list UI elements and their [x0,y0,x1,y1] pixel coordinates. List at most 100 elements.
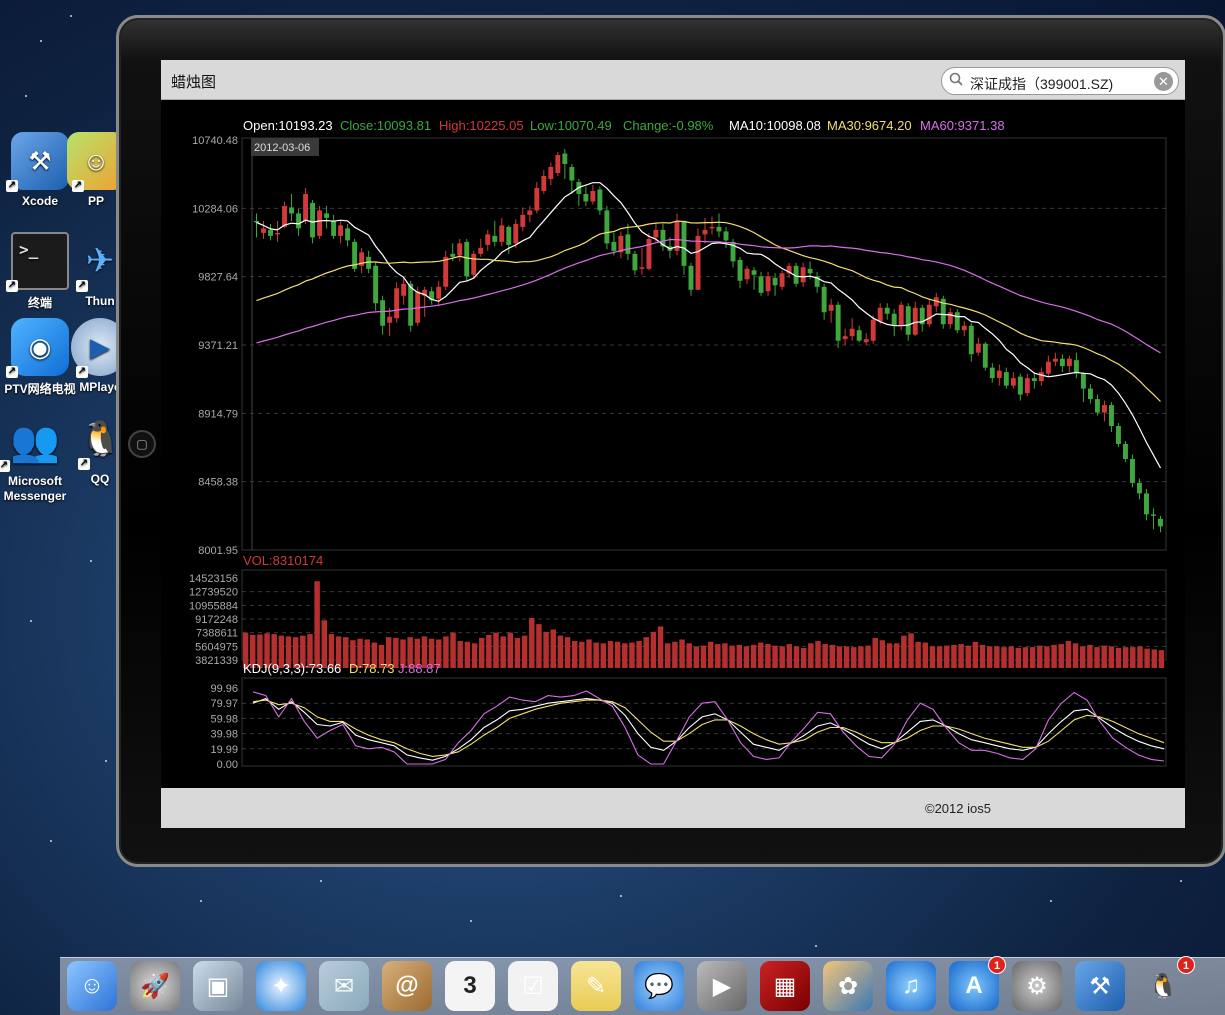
volume-bars [242,581,1165,668]
volume-bar [607,641,614,668]
candle-body [506,226,512,245]
alias-arrow-icon: ↗ [76,366,88,378]
candle-body [702,229,708,235]
finder-icon: ☺ [67,961,117,1011]
dock-item-address-book[interactable]: @ [379,960,435,1012]
volume-bar [1022,647,1029,668]
candle-body [513,223,519,244]
candle-body [1115,426,1121,444]
dock-item-app-store[interactable]: A1 [946,956,1006,1012]
desktop-icon-terminal[interactable]: >_ ↗ 终端 [0,232,80,311]
candle-body [534,187,540,211]
dock-item-photo-booth[interactable]: ▦ [757,960,813,1012]
candle-body [975,343,981,353]
alias-arrow-icon: ↗ [72,180,84,192]
kdj-grid [242,702,1166,750]
dock-item-xcode[interactable]: ⚒ [1072,960,1128,1012]
candle-body [254,220,259,223]
volume-bar [493,632,499,668]
dock-item-preview[interactable]: ✉ [316,960,372,1012]
terminal-icon: >_ [11,232,69,290]
volume-bar [786,644,793,668]
candle-body [464,241,470,277]
dock-item-calendar[interactable]: 3 [442,960,498,1012]
candle-body [450,253,456,257]
candle-body [828,304,834,311]
kdj-j-line [252,690,1165,765]
dock-item-messages[interactable]: 💬 [631,960,687,1012]
candle-body [611,241,617,251]
kdj-y-axis: 99.96 79.97 59.98 39.98 19.99 0.00 [210,683,238,771]
volume-bar [944,645,950,668]
clear-search-button[interactable]: ✕ [1154,72,1173,91]
volume-bar [908,633,914,668]
volume-bar [929,646,936,668]
candle-body [394,288,400,319]
desktop-icon-pptv[interactable]: ◉ ↗ PTV网络电视 [0,318,80,397]
y-tick-label: 10284.06 [192,203,238,215]
candle-body [737,259,743,281]
dock-item-safari[interactable]: ✦ [253,960,309,1012]
info-high: High:10225.05 [439,118,524,133]
candle-body [1045,361,1051,374]
candle-body [289,207,294,214]
volume-bar [965,645,971,668]
candle-body [275,232,280,235]
candle-body [996,370,1002,379]
volume-bar [600,643,607,668]
candle-body [499,225,505,242]
candle-body [632,253,638,271]
candle-body [1158,518,1163,527]
desktop-icon-label: 终端 [27,296,52,310]
volume-bar [872,637,878,668]
search-field[interactable]: 深证成指（399001.SZ) ✕ [941,67,1179,95]
candle-body [891,313,897,326]
photo-stack-icon: ▣ [193,961,243,1011]
eagle-stamp-icon: ✉ [319,961,369,1011]
candle-body [751,270,757,275]
dock-item-image-capture[interactable]: ▣ [190,960,246,1012]
volume-bar [1029,647,1036,668]
volume-bar [657,626,664,668]
dock-item-finder[interactable]: ☺ [64,960,120,1012]
volume-bar [901,635,907,668]
candle-body [688,265,694,290]
dock-item-reminders[interactable]: ☑ [505,960,561,1012]
candle-body [1031,378,1037,382]
candle-body [604,210,610,244]
dock-item-qq[interactable]: 🐧 1 [1135,956,1195,1012]
candle-body [583,193,589,202]
candle-body [772,277,778,286]
dock-item-system-preferences[interactable]: ⚙ [1009,960,1065,1012]
volume-bar [1058,644,1064,668]
search-input-value[interactable]: 深证成指（399001.SZ) [970,74,1113,94]
volume-bar [1044,646,1050,668]
volume-label: VOL:8310174 [243,553,323,568]
info-change: Change:-0.98% [623,118,714,133]
iphoto-icon: ✿ [823,961,873,1011]
ipad-simulator-window: ▢ 蜡烛图 深证成指（399001.SZ) ✕ Open:10193.23 Cl… [116,15,1225,867]
dock-item-notes[interactable]: ✎ [568,960,624,1012]
volume-bar [443,636,449,668]
dock-item-iphoto[interactable]: ✿ [820,960,876,1012]
volume-bar [936,646,943,668]
page-title: 蜡烛图 [171,74,217,91]
desktop-icon-messenger[interactable]: 👥 ↗ Microsoft Messenger [0,412,78,504]
navigation-bar: 蜡烛图 深证成指（399001.SZ) ✕ [161,60,1185,100]
candle-body [443,256,449,287]
volume-bar [686,643,692,668]
dock-item-facetime[interactable]: ▶ [694,960,750,1012]
volume-bar [979,644,986,668]
candle-body [569,167,575,181]
candle-body [436,286,442,299]
candle-body [821,286,827,313]
alias-arrow-icon: ↗ [6,280,18,292]
dock-item-launchpad[interactable]: 🚀 [127,960,183,1012]
candle-body [303,193,309,221]
candle-body [268,229,273,236]
home-button[interactable]: ▢ [128,430,156,458]
volume-bar [314,581,320,668]
candle-panel-frame [241,137,1167,551]
dock-item-itunes[interactable]: ♫ [883,960,939,1012]
calendar-day: 3 [463,972,477,999]
